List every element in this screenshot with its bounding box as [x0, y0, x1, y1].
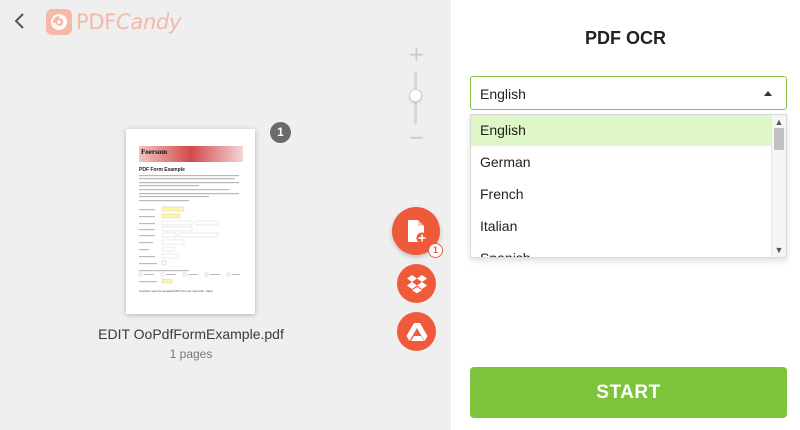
dropbox-button[interactable]: [397, 264, 436, 303]
file-page-count: 1 pages: [169, 347, 213, 361]
pdf-page-thumbnail[interactable]: Foersom PDF Form Example Important: save…: [126, 129, 255, 314]
language-option-german[interactable]: German: [471, 147, 773, 178]
logo-text: PDFCandy: [76, 10, 181, 34]
google-drive-icon: [406, 322, 427, 341]
logo-text-candy: Candy: [116, 10, 182, 34]
preview-area: PDFCandy + − Foersom PDF Form Example Im…: [0, 0, 451, 430]
preview-footer-note: Important: save the completed PDF form (…: [139, 289, 214, 293]
language-option-spanish[interactable]: Spanish: [471, 243, 773, 257]
pdfcandy-logo[interactable]: PDFCandy: [46, 8, 181, 36]
pdf-page-preview: Foersom PDF Form Example Important: save…: [138, 146, 243, 293]
zoom-out-button[interactable]: −: [408, 127, 425, 147]
caret-up-icon: [764, 91, 772, 96]
google-drive-button[interactable]: [397, 312, 436, 351]
start-button[interactable]: START: [470, 367, 787, 418]
added-files-count-badge: 1: [428, 243, 443, 258]
panel-title: PDF OCR: [585, 28, 666, 48]
scroll-down-arrow-icon[interactable]: ▼: [772, 244, 786, 256]
zoom-slider-handle[interactable]: [409, 88, 422, 102]
zoom-in-button[interactable]: +: [408, 44, 425, 64]
scrollbar-thumb[interactable]: [774, 128, 784, 150]
scroll-up-arrow-icon[interactable]: ▲: [772, 116, 786, 128]
settings-panel: PDF OCR English English German French It…: [451, 0, 800, 430]
language-select[interactable]: English: [470, 76, 787, 110]
preview-text-lines: [139, 175, 239, 202]
language-option-italian[interactable]: Italian: [471, 211, 773, 242]
preview-form-fields: [138, 206, 240, 284]
back-chevron-icon[interactable]: [10, 10, 30, 32]
language-dropdown-list[interactable]: English German French Italian Spanish ▲ …: [470, 114, 787, 258]
file-plus-icon: [408, 220, 427, 244]
language-option-english[interactable]: English: [471, 115, 773, 146]
candy-swirl-icon: [46, 9, 72, 35]
dropdown-scrollbar[interactable]: ▲ ▼: [771, 115, 786, 257]
preview-banner-text: Foersom: [141, 148, 167, 156]
language-option-french[interactable]: French: [471, 179, 773, 210]
logo-text-pdf: PDF: [76, 10, 117, 34]
dropbox-icon: [406, 274, 427, 293]
language-select-value: English: [480, 86, 526, 102]
file-name: EDIT OoPdfFormExample.pdf: [98, 326, 284, 342]
preview-heading: PDF Form Example: [139, 167, 185, 173]
page-count-badge: 1: [270, 122, 291, 143]
